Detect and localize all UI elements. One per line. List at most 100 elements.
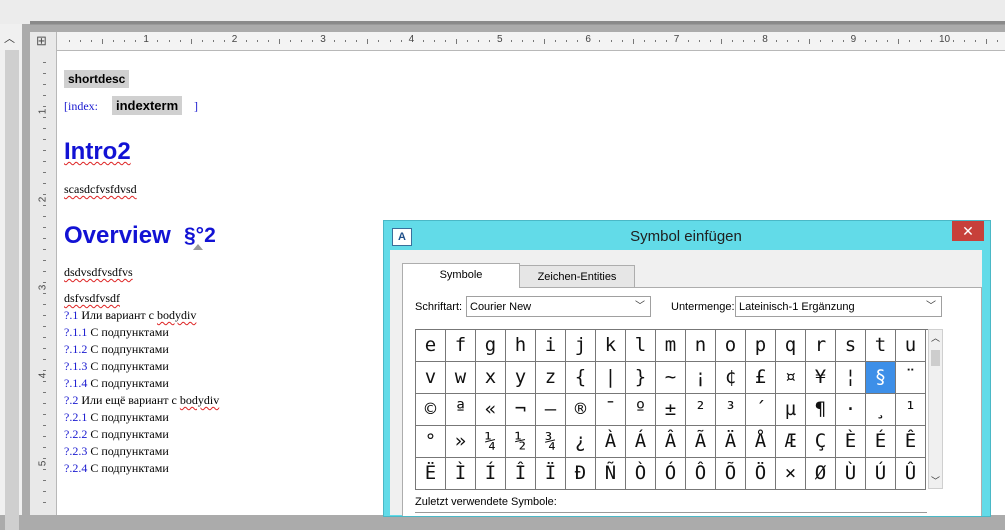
subset-select[interactable]: Lateinisch-1 Ergänzung ﹀ bbox=[735, 296, 942, 317]
overview-heading[interactable]: Overview bbox=[64, 222, 171, 250]
symbol-cell[interactable]: l bbox=[626, 330, 656, 362]
font-select[interactable]: Courier New ﹀ bbox=[466, 296, 651, 317]
paragraph-1[interactable]: dsdvsdfvsdfvs bbox=[64, 265, 133, 280]
list-item[interactable]: ?.1 Или вариант с bodydiv bbox=[64, 308, 196, 323]
symbol-cell[interactable]: ¬ bbox=[506, 394, 536, 426]
symbol-cell[interactable]: Ç bbox=[806, 426, 836, 458]
symbol-cell[interactable]: ´ bbox=[746, 394, 776, 426]
tab-zeichen-entities[interactable]: Zeichen-Entities bbox=[519, 265, 635, 287]
symbol-cell-selected[interactable]: § bbox=[866, 362, 896, 394]
intro-text[interactable]: scasdcfvsfdvsd bbox=[64, 182, 137, 197]
symbol-grid[interactable]: e f g h i j k l m n o p q r s t u v w x y z{|} ~ ¡ ¢ £ ¤ ¥ ¦ § ¨ © ª «¬ – ®… bbox=[415, 329, 928, 490]
symbol-cell[interactable]: j bbox=[566, 330, 596, 362]
symbol-cell[interactable]: Ä bbox=[716, 426, 746, 458]
symbol-cell[interactable]: µ bbox=[776, 394, 806, 426]
symbol-cell[interactable]: » bbox=[446, 426, 476, 458]
symbol-cell[interactable]: Ã bbox=[686, 426, 716, 458]
symbol-cell[interactable]: ° bbox=[416, 426, 446, 458]
indexterm-tag[interactable]: indexterm bbox=[112, 96, 183, 115]
scroll-thumb[interactable] bbox=[931, 350, 940, 366]
list-item[interactable]: ?.2.1 С подпунктами bbox=[64, 410, 169, 425]
symbol-cell[interactable]: Ø bbox=[806, 458, 836, 490]
symbol-cell[interactable]: È bbox=[836, 426, 866, 458]
symbol-cell[interactable]: v bbox=[416, 362, 446, 394]
intro-heading[interactable]: Intro2 bbox=[64, 138, 131, 166]
symbol-cell[interactable]: i bbox=[536, 330, 566, 362]
list-item[interactable]: ?.2.3 С подпунктами bbox=[64, 444, 169, 459]
symbol-cell[interactable]: Ñ bbox=[596, 458, 626, 490]
symbol-cell[interactable]: ¶ bbox=[806, 394, 836, 426]
list-item[interactable]: ?.1.3 С подпунктами bbox=[64, 359, 169, 374]
recent-symbols-box[interactable] bbox=[415, 512, 927, 513]
chevron-up-icon[interactable]: ︿ bbox=[931, 331, 940, 344]
tab-symbole[interactable]: Symbole bbox=[402, 263, 520, 288]
shortdesc-tag[interactable]: shortdesc bbox=[64, 70, 130, 88]
symbol-cell[interactable]: Ë bbox=[416, 458, 446, 490]
symbol-cell[interactable]: ± bbox=[656, 394, 686, 426]
symbol-cell[interactable]: × bbox=[776, 458, 806, 490]
symbol-cell[interactable]: ® bbox=[566, 394, 596, 426]
symbol-cell[interactable]: p bbox=[746, 330, 776, 362]
symbol-cell[interactable]: ¢ bbox=[716, 362, 746, 394]
symbol-cell[interactable]: ¨ bbox=[896, 362, 926, 394]
symbol-cell[interactable]: h bbox=[506, 330, 536, 362]
close-icon[interactable]: ✕ bbox=[952, 221, 984, 241]
symbol-cell[interactable]: º bbox=[626, 394, 656, 426]
symbol-cell[interactable]: g bbox=[476, 330, 506, 362]
symbol-cell[interactable]: É bbox=[866, 426, 896, 458]
list-item[interactable]: ?.1.1 С подпунктами bbox=[64, 325, 169, 340]
list-item[interactable]: ?.2 Или ещё вариант с bodydiv bbox=[64, 393, 219, 408]
symbol-cell[interactable]: u bbox=[896, 330, 926, 362]
symbol-cell[interactable]: ¼ bbox=[476, 426, 506, 458]
symbol-cell[interactable]: Æ bbox=[776, 426, 806, 458]
symbol-cell[interactable]: Ó bbox=[656, 458, 686, 490]
symbol-cell[interactable]: f bbox=[446, 330, 476, 362]
chevron-up-icon[interactable]: ︿ bbox=[4, 30, 15, 46]
symbol-cell[interactable]: Å bbox=[746, 426, 776, 458]
symbol-cell[interactable]: À bbox=[596, 426, 626, 458]
symbol-cell[interactable]: o bbox=[716, 330, 746, 362]
symbol-cell[interactable]: k bbox=[596, 330, 626, 362]
symbol-cell[interactable]: Ú bbox=[866, 458, 896, 490]
symbol-cell[interactable]: } bbox=[626, 362, 656, 394]
symbol-cell[interactable]: Ê bbox=[896, 426, 926, 458]
symbol-cell[interactable]: r bbox=[806, 330, 836, 362]
symbol-cell[interactable]: Í bbox=[476, 458, 506, 490]
symbol-cell[interactable]: Ö bbox=[746, 458, 776, 490]
vertical-scrollbar[interactable]: ︿ bbox=[0, 24, 22, 530]
symbol-cell[interactable]: Ù bbox=[836, 458, 866, 490]
symbol-cell[interactable]: w bbox=[446, 362, 476, 394]
symbol-cell[interactable]: ¸ bbox=[866, 394, 896, 426]
symbol-cell[interactable]: Î bbox=[506, 458, 536, 490]
symbol-cell[interactable]: n bbox=[686, 330, 716, 362]
symbol-cell[interactable]: x bbox=[476, 362, 506, 394]
symbol-cell[interactable]: m bbox=[656, 330, 686, 362]
symbol-cell[interactable]: ¹ bbox=[896, 394, 926, 426]
symbol-cell[interactable]: Á bbox=[626, 426, 656, 458]
symbol-cell[interactable]: – bbox=[536, 394, 566, 426]
symbol-cell[interactable]: Û bbox=[896, 458, 926, 490]
symbol-cell[interactable]: | bbox=[596, 362, 626, 394]
symbol-cell[interactable]: ¡ bbox=[686, 362, 716, 394]
symbol-cell[interactable]: ¯ bbox=[596, 394, 626, 426]
symbol-cell[interactable]: ½ bbox=[506, 426, 536, 458]
symbol-cell[interactable]: Õ bbox=[716, 458, 746, 490]
list-item[interactable]: ?.2.4 С подпунктами bbox=[64, 461, 169, 476]
symbol-cell[interactable]: ³ bbox=[716, 394, 746, 426]
symbol-cell[interactable]: q bbox=[776, 330, 806, 362]
symbol-cell[interactable]: ª bbox=[446, 394, 476, 426]
symbol-cell[interactable]: « bbox=[476, 394, 506, 426]
symbol-cell[interactable]: ² bbox=[686, 394, 716, 426]
symbol-cell[interactable]: ¦ bbox=[836, 362, 866, 394]
symbol-cell[interactable]: ¾ bbox=[536, 426, 566, 458]
symbol-cell[interactable]: Ï bbox=[536, 458, 566, 490]
table-grid-icon[interactable]: ⊞ bbox=[36, 34, 50, 48]
symbol-cell[interactable]: { bbox=[566, 362, 596, 394]
symbol-cell[interactable]: · bbox=[836, 394, 866, 426]
symbol-cell[interactable]: e bbox=[416, 330, 446, 362]
symbol-cell[interactable]: ~ bbox=[656, 362, 686, 394]
list-item[interactable]: ?.1.4 С подпунктами bbox=[64, 376, 169, 391]
symbol-cell[interactable]: © bbox=[416, 394, 446, 426]
symbol-grid-scrollbar[interactable]: ︿ ﹀ bbox=[928, 329, 943, 489]
symbol-cell[interactable]: £ bbox=[746, 362, 776, 394]
